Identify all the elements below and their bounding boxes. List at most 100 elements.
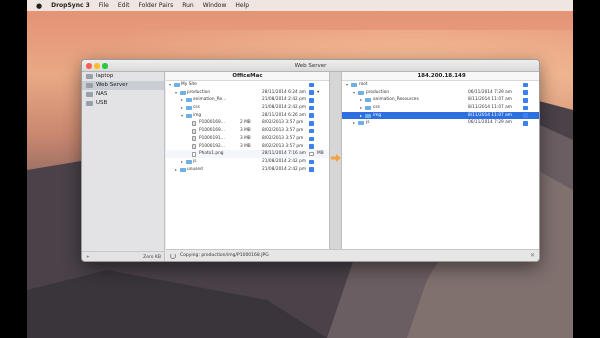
sync-checkbox[interactable]	[309, 121, 314, 126]
disclosure-triangle-icon[interactable]: ▸	[181, 104, 183, 112]
sidebar-item-web-server[interactable]: Web Server	[82, 81, 164, 90]
file-icon	[192, 120, 196, 126]
table-row[interactable]: P1000192... 3 MB 8/02/2013 3:57 pm	[166, 143, 329, 151]
modified-date: 8/02/2013 3:57 pm	[262, 120, 304, 126]
table-row[interactable]: Photo1.png 28/11/2014 7:16 am MB	[166, 150, 329, 158]
table-row[interactable]: P1000169... 2 MB 8/02/2013 3:57 pm	[166, 119, 329, 127]
zoom-window-button[interactable]	[102, 63, 108, 69]
table-row[interactable]: ▸ js 06/11/2014 7:29 am	[342, 119, 539, 127]
sync-checkbox[interactable]	[523, 90, 528, 95]
folder-icon	[180, 167, 186, 172]
table-row[interactable]: ▾ production 28/11/2014 6:24 am ▾	[166, 89, 329, 97]
sync-checkbox[interactable]	[309, 113, 314, 118]
table-row[interactable]: ▾ img 28/11/2014 6:26 am	[166, 112, 329, 120]
disclosure-triangle-icon[interactable]: ▾	[346, 81, 348, 89]
sync-checkbox[interactable]	[309, 136, 314, 141]
table-row[interactable]: ▾ My Site	[166, 81, 329, 89]
menu-window[interactable]: Window	[203, 2, 227, 9]
disclosure-triangle-icon[interactable]: ▸	[353, 119, 355, 127]
sync-checkbox[interactable]	[309, 144, 314, 149]
menu-file[interactable]: File	[99, 2, 109, 9]
file-name: root	[359, 82, 368, 87]
folder-icon	[186, 106, 192, 111]
file-name: P1000191...	[199, 135, 225, 141]
menu-folder-pairs[interactable]: Folder Pairs	[138, 2, 173, 9]
disclosure-triangle-icon[interactable]: ▸	[360, 112, 362, 120]
modified-date: 8/11/2014 11:07 am	[468, 112, 512, 118]
modified-date: 8/02/2013 3:57 pm	[262, 143, 304, 149]
sidebar-item-label: USB	[96, 100, 108, 106]
sidebar-item-label: laptop	[96, 73, 114, 79]
file-name: unused	[187, 166, 203, 172]
close-window-button[interactable]	[86, 63, 92, 69]
folder-icon	[186, 113, 192, 118]
folder-icon	[186, 98, 192, 103]
file-name: js	[366, 120, 370, 126]
sync-checkbox[interactable]	[309, 98, 314, 103]
drive-icon	[86, 92, 93, 97]
progress-spinner-icon	[170, 253, 176, 259]
disclosure-triangle-icon[interactable]: ▾	[175, 89, 177, 97]
local-file-list: ▾ My Site ▾ production 28/11/2014 6:24 am ▾ ▸ a…	[166, 81, 329, 173]
table-row[interactable]: P1000191... 3 MB 8/02/2013 3:57 pm	[166, 135, 329, 143]
apple-icon[interactable]: ●	[36, 2, 42, 10]
file-icon	[192, 143, 196, 149]
table-row[interactable]: ▾ production 06/11/2014 7:29 am	[342, 89, 539, 97]
cancel-sync-icon[interactable]: ✕	[530, 250, 535, 261]
table-row[interactable]: ▾ root	[342, 81, 539, 89]
table-row[interactable]: ▸ css 21/08/2014 2:42 pm	[166, 104, 329, 112]
file-name: My Site	[181, 82, 197, 87]
file-name: css	[193, 105, 200, 111]
modified-date: 06/11/2014 7:29 am	[468, 89, 512, 95]
sync-direction-arrow-icon[interactable]	[331, 154, 341, 162]
menu-bar: ● DropSync 3 File Edit Folder Pairs Run …	[27, 0, 573, 11]
sync-checkbox[interactable]	[523, 98, 528, 103]
sidebar-item-laptop[interactable]: laptop	[82, 72, 164, 81]
table-row[interactable]: ▸ css 8/11/2014 11:07 am	[342, 104, 539, 112]
minimize-window-button[interactable]	[94, 63, 100, 69]
row-extra-label: ▾	[317, 89, 320, 95]
table-row[interactable]: ▸ img 8/11/2014 11:07 am	[342, 111, 539, 120]
sync-checkbox[interactable]	[309, 90, 314, 95]
disclosure-triangle-icon[interactable]: ▸	[175, 166, 177, 174]
menu-help[interactable]: Help	[235, 2, 249, 9]
remote-pane-header: 184.200.18.149	[342, 72, 539, 81]
table-row[interactable]: ▸ animation_Resources 8/11/2014 11:07 am	[342, 96, 539, 104]
menu-run[interactable]: Run	[182, 2, 194, 9]
disclosure-triangle-icon[interactable]: ▸	[181, 96, 183, 104]
sync-checkbox[interactable]	[523, 105, 528, 111]
file-name: img	[373, 112, 382, 118]
sync-checkbox[interactable]	[309, 128, 314, 134]
disclosure-triangle-icon[interactable]: ▾	[353, 89, 355, 97]
disclosure-triangle-icon[interactable]: ▸	[360, 96, 362, 104]
file-icon	[192, 128, 196, 134]
sidebar-item-nas[interactable]: NAS	[82, 90, 164, 99]
sync-checkbox[interactable]	[523, 113, 528, 118]
table-row[interactable]: P1000169... 3 MB 8/02/2013 3:57 pm	[166, 127, 329, 135]
sync-checkbox[interactable]	[309, 151, 314, 157]
sidebar-item-usb[interactable]: USB	[82, 99, 164, 108]
sync-checkbox[interactable]	[309, 167, 314, 172]
window-titlebar: Web Server	[82, 60, 539, 72]
file-name: Photo1.png	[199, 151, 224, 157]
local-file-pane: OfficeMac ▾ My Site ▾ production 28/11/2014 …	[166, 72, 329, 260]
sync-checkbox[interactable]	[309, 105, 314, 111]
disclosure-triangle-icon[interactable]: ▾	[169, 81, 171, 89]
modified-date: 28/11/2014 7:16 am	[262, 151, 306, 157]
sync-checkbox[interactable]	[309, 82, 314, 88]
table-row[interactable]: ▸ js 21/08/2014 2:42 pm	[166, 158, 329, 166]
app-menu[interactable]: DropSync 3	[51, 2, 90, 9]
sync-checkbox[interactable]	[523, 82, 528, 88]
table-row[interactable]: ▸ unused 21/08/2014 2:42 pm	[166, 166, 329, 174]
disclosure-triangle-icon[interactable]: ▸	[360, 104, 362, 112]
folder-icon	[365, 98, 371, 103]
copy-status-text: Copying: production/img/P1000168.JPG	[180, 253, 269, 258]
sync-checkbox[interactable]	[523, 121, 528, 126]
sync-checkbox[interactable]	[309, 159, 314, 165]
add-button[interactable]: +	[86, 255, 90, 260]
table-row[interactable]: ▸ animation_Re... 21/08/2014 2:42 pm	[166, 96, 329, 104]
menu-edit[interactable]: Edit	[118, 2, 130, 9]
disclosure-triangle-icon[interactable]: ▸	[181, 158, 183, 166]
disclosure-triangle-icon[interactable]: ▾	[181, 112, 183, 120]
pane-divider	[329, 72, 342, 249]
